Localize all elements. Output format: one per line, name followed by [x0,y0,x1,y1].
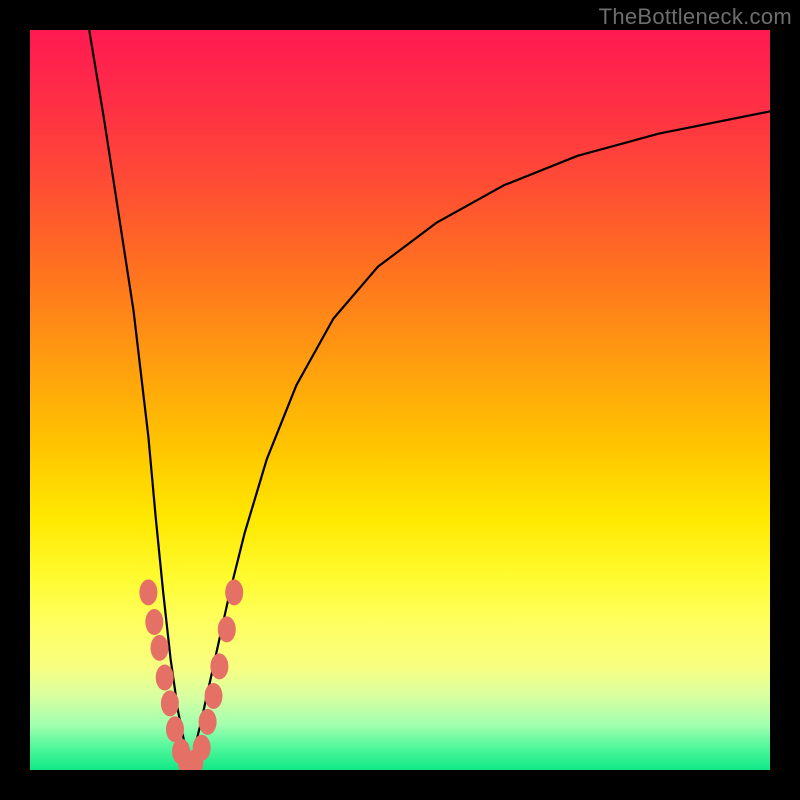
plot-area [30,30,770,770]
curve-left-branch [89,30,189,770]
data-marker [166,716,184,742]
data-marker [225,579,243,605]
data-marker [156,665,174,691]
data-marker [199,709,217,735]
data-marker [193,735,211,761]
data-marker [145,609,163,635]
curve-right-branch [189,111,770,770]
data-markers [139,579,243,770]
data-marker [218,616,236,642]
data-marker [151,635,169,661]
data-marker [139,579,157,605]
chart-frame: TheBottleneck.com [0,0,800,800]
chart-svg [30,30,770,770]
data-marker [161,690,179,716]
data-marker [210,653,228,679]
watermark-text: TheBottleneck.com [599,4,792,30]
data-marker [205,683,223,709]
